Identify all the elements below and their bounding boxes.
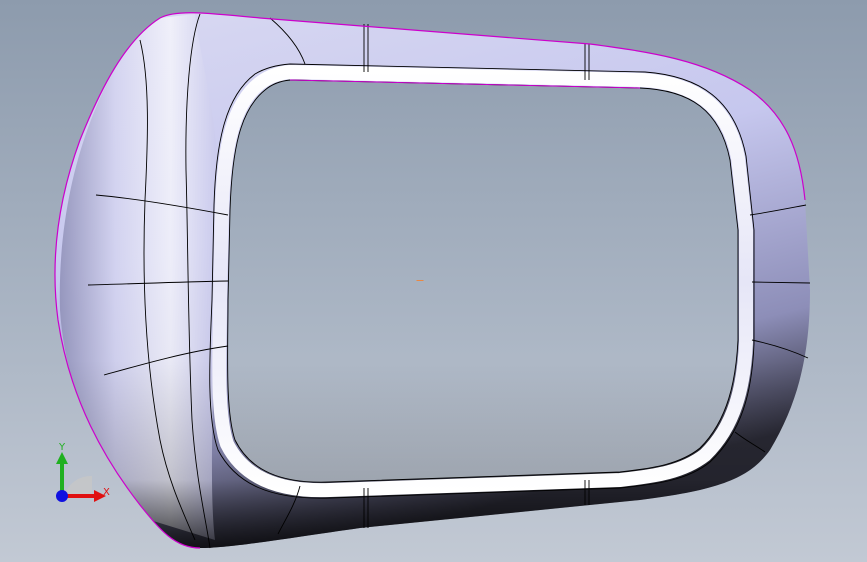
cad-model-render[interactable] [0,0,867,562]
axis-y-label: Y [59,442,66,453]
triad-axes [56,452,106,502]
axis-x-label: X [103,487,110,498]
graphics-viewport[interactable]: Y X [0,0,867,562]
origin-marker [416,280,424,281]
coordinate-triad: Y X [40,436,120,516]
